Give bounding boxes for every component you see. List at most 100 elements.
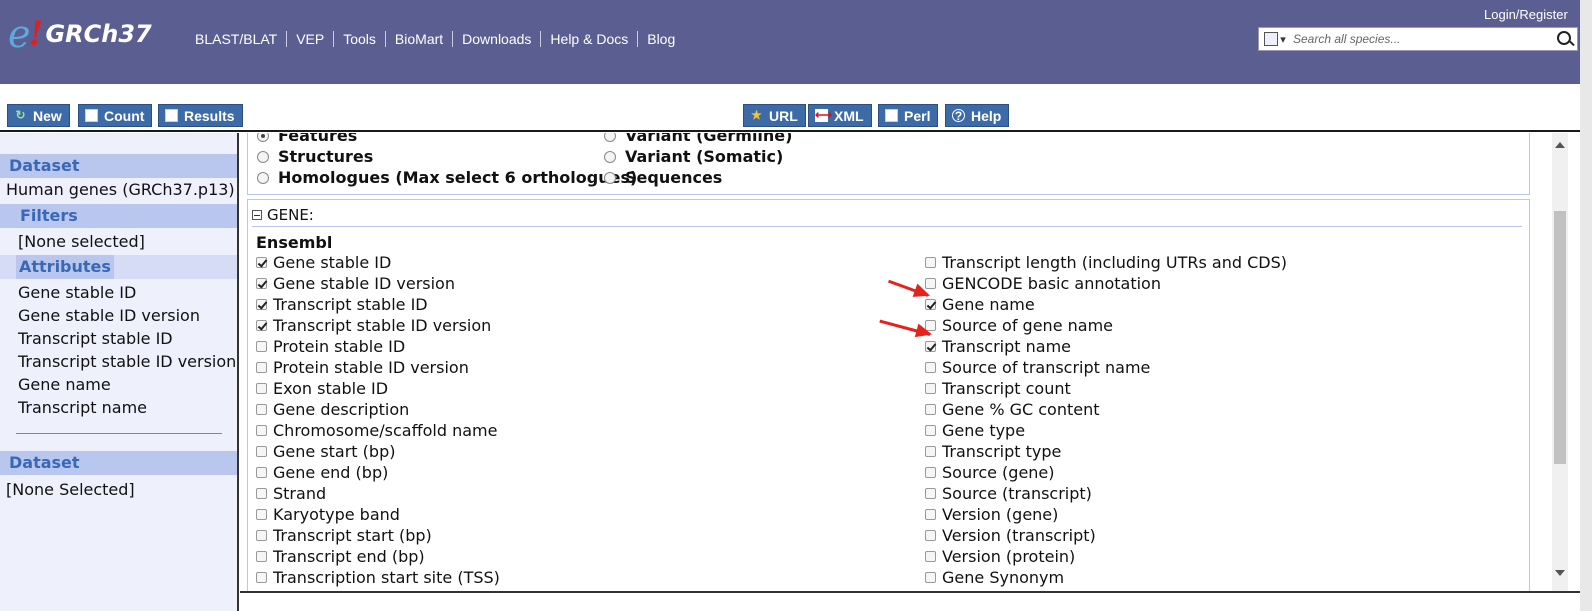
results-button[interactable]: Results (158, 104, 243, 127)
checkbox[interactable] (925, 257, 936, 268)
attr-version-gene[interactable]: Version (gene) (925, 505, 1058, 524)
scroll-down-arrow-icon[interactable] (1555, 570, 1565, 576)
attr-gene-name[interactable]: Gene name (925, 295, 1035, 314)
dataset2-heading[interactable]: Dataset (0, 451, 237, 475)
checkbox[interactable] (925, 551, 936, 562)
checkbox[interactable] (925, 425, 936, 436)
checkbox[interactable] (925, 530, 936, 541)
attr-transcript-name[interactable]: Transcript name (925, 337, 1071, 356)
checkbox[interactable] (256, 257, 267, 268)
attr-exon-stable-id[interactable]: Exon stable ID (256, 379, 388, 398)
radio-variant-germline[interactable]: Variant (Germline) (604, 133, 792, 145)
attr-transcript-length[interactable]: Transcript length (including UTRs and CD… (925, 253, 1287, 272)
attr-source-of-gene-name[interactable]: Source of gene name (925, 316, 1113, 335)
checkbox[interactable] (256, 467, 267, 478)
count-button[interactable]: Count (78, 104, 153, 127)
help-button[interactable]: ? Help (945, 104, 1010, 127)
attr-gene-gc-content[interactable]: Gene % GC content (925, 400, 1100, 419)
checkbox[interactable] (925, 341, 936, 352)
dataset-value[interactable]: Human genes (GRCh37.p13) (6, 180, 235, 199)
ensembl-logo[interactable]: e ! GRCh37 (8, 12, 152, 56)
attr-gene-type[interactable]: Gene type (925, 421, 1025, 440)
login-register-link[interactable]: Login/Register (1484, 7, 1568, 22)
attr-chromosome-scaffold-name[interactable]: Chromosome/scaffold name (256, 421, 497, 440)
attr-transcript-start[interactable]: Transcript start (bp) (256, 526, 432, 545)
attribute-transcript-stable-id[interactable]: Transcript stable ID (18, 329, 173, 348)
checkbox[interactable] (925, 383, 936, 394)
radio-button-structures[interactable] (257, 150, 269, 163)
checkbox[interactable] (925, 572, 936, 583)
attr-transcript-stable-id-version[interactable]: Transcript stable ID version (256, 316, 491, 335)
nav-downloads[interactable]: Downloads (453, 31, 542, 47)
attr-transcript-end[interactable]: Transcript end (bp) (256, 547, 425, 566)
xml-button[interactable]: ⟷ XML (808, 104, 872, 127)
attr-source-transcript[interactable]: Source (transcript) (925, 484, 1092, 503)
attribute-transcript-stable-id-version[interactable]: Transcript stable ID version (18, 352, 236, 371)
attributes-heading[interactable]: Attributes (16, 255, 114, 279)
attribute-gene-stable-id[interactable]: Gene stable ID (18, 283, 136, 302)
checkbox[interactable] (256, 320, 267, 331)
dataset2-value[interactable]: [None Selected] (6, 480, 135, 499)
attr-gene-start[interactable]: Gene start (bp) (256, 442, 395, 461)
checkbox[interactable] (925, 404, 936, 415)
filters-value[interactable]: [None selected] (18, 232, 145, 251)
checkbox[interactable] (256, 509, 267, 520)
nav-help-docs[interactable]: Help & Docs (541, 31, 639, 47)
radio-button-homologues[interactable] (257, 171, 269, 184)
attr-source-of-transcript-name[interactable]: Source of transcript name (925, 358, 1150, 377)
attr-transcript-stable-id[interactable]: Transcript stable ID (256, 295, 428, 314)
checkbox[interactable] (256, 362, 267, 373)
search-input[interactable] (1291, 29, 1553, 49)
radio-structures[interactable]: Structures (257, 147, 373, 166)
radio-variant-somatic[interactable]: Variant (Somatic) (604, 147, 783, 166)
attr-version-transcript[interactable]: Version (transcript) (925, 526, 1096, 545)
checkbox[interactable] (925, 446, 936, 457)
attr-version-protein[interactable]: Version (protein) (925, 547, 1075, 566)
attr-gene-synonym[interactable]: Gene Synonym (925, 568, 1064, 587)
radio-button-sequences[interactable] (604, 171, 616, 184)
dataset-heading[interactable]: Dataset (0, 154, 237, 178)
checkbox[interactable] (925, 509, 936, 520)
radio-button-variant-germline[interactable] (604, 133, 616, 142)
radio-sequences[interactable]: Sequences (604, 168, 722, 187)
url-button[interactable]: ★ URL (743, 104, 806, 127)
gene-section-header[interactable]: GENE: (252, 206, 314, 224)
attribute-transcript-name[interactable]: Transcript name (18, 398, 147, 417)
checkbox[interactable] (256, 530, 267, 541)
attribute-gene-stable-id-version[interactable]: Gene stable ID version (18, 306, 200, 325)
radio-button-variant-somatic[interactable] (604, 150, 616, 163)
nav-biomart[interactable]: BioMart (386, 31, 454, 47)
scrollbar-thumb[interactable] (1554, 211, 1566, 464)
search-icon[interactable] (1553, 28, 1577, 50)
nav-blog[interactable]: Blog (638, 31, 684, 47)
new-button[interactable]: ↻ New (7, 104, 70, 127)
checkbox[interactable] (925, 362, 936, 373)
checkbox[interactable] (256, 488, 267, 499)
filters-heading[interactable]: Filters (0, 204, 237, 228)
attr-transcript-type[interactable]: Transcript type (925, 442, 1061, 461)
checkbox[interactable] (256, 551, 267, 562)
checkbox[interactable] (256, 404, 267, 415)
checkbox[interactable] (256, 572, 267, 583)
checkbox[interactable] (256, 446, 267, 457)
attr-gene-stable-id[interactable]: Gene stable ID (256, 253, 391, 272)
attr-gencode-basic[interactable]: GENCODE basic annotation (925, 274, 1161, 293)
checkbox[interactable] (256, 278, 267, 289)
radio-homologues[interactable]: Homologues (Max select 6 orthologues) (257, 168, 637, 187)
checkbox[interactable] (925, 467, 936, 478)
checkbox[interactable] (256, 383, 267, 394)
perl-button[interactable]: Perl (878, 104, 939, 127)
attr-protein-stable-id[interactable]: Protein stable ID (256, 337, 405, 356)
scroll-up-arrow-icon[interactable] (1555, 142, 1565, 148)
attr-gene-description[interactable]: Gene description (256, 400, 409, 419)
checkbox[interactable] (256, 299, 267, 310)
attr-karyotype-band[interactable]: Karyotype band (256, 505, 400, 524)
nav-vep[interactable]: VEP (287, 31, 335, 47)
attributes-scrollbar[interactable] (1552, 133, 1568, 591)
collapse-icon[interactable] (252, 210, 262, 220)
checkbox[interactable] (256, 425, 267, 436)
nav-blast-blat[interactable]: BLAST/BLAT (186, 31, 288, 47)
attr-source-gene[interactable]: Source (gene) (925, 463, 1055, 482)
attr-gene-stable-id-version[interactable]: Gene stable ID version (256, 274, 455, 293)
window-scrollbar[interactable] (1580, 84, 1592, 611)
